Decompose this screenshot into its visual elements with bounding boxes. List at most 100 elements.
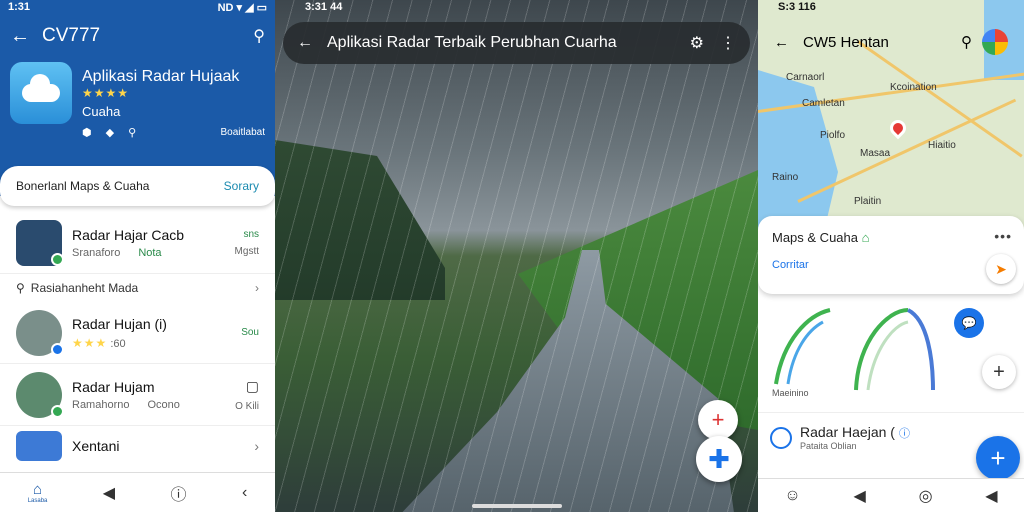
- back-arrow-icon[interactable]: ←: [10, 25, 42, 48]
- list-item[interactable]: Radar Hujam Ramahorno Ocono ▢ O Kili: [0, 364, 275, 426]
- app-header: 1:31 ND ▾ ◢ ▭ ← CV777 ⚲ Aplikasi Radar H…: [0, 0, 275, 206]
- shield-icon: ⬢: [82, 127, 92, 139]
- rating-stars: ★★★★: [82, 86, 130, 100]
- right-phone-screen: Carnaorl Kcoination Camletan Piolfo Masa…: [758, 0, 1024, 512]
- map-label: Plaitin: [854, 196, 882, 207]
- back-triangle-icon[interactable]: ◀: [103, 483, 115, 503]
- map-title: CW5 Hentan: [803, 33, 889, 51]
- weather-app-icon: [10, 62, 72, 124]
- screen-title: Aplikasi Radar Terbaik Perubhan Cuarha: [327, 34, 617, 51]
- item-right-bottom: O Kili: [235, 400, 259, 412]
- list-item[interactable]: Radar Hujan (i) ★★★ :60 Sou: [0, 302, 275, 364]
- directions-icon[interactable]: ➤: [986, 254, 1016, 284]
- radar-icon: [770, 426, 792, 449]
- middle-phone-screen: 3:31 44 ← Aplikasi Radar Terbaik Perubha…: [275, 0, 758, 512]
- map-pin-icon[interactable]: [886, 116, 910, 140]
- app-info: Aplikasi Radar Hujaak ★★★★ Cuaha: [0, 58, 275, 128]
- profile-avatar[interactable]: [982, 29, 1008, 55]
- map-label: Carnaorl: [786, 72, 825, 83]
- map-label: Piolfo: [820, 130, 846, 141]
- map-label: Raino: [772, 172, 799, 183]
- home-icon[interactable]: ☺: [784, 487, 800, 505]
- place-sheet[interactable]: Maps & Cuaha ⌂ ••• Corritar ➤: [758, 216, 1024, 294]
- map-label: Kcoination: [890, 82, 937, 93]
- list-item[interactable]: Radar Hajar Cacb Sranaforo Nota sns Mgstt: [0, 212, 275, 274]
- results-list: Radar Hajar Cacb Sranaforo Nota sns Mgstt …: [0, 212, 275, 466]
- item-thumbnail: [16, 219, 64, 266]
- status-bar: S:3 116: [758, 0, 1024, 14]
- meta-right-label: Boaitlabat: [220, 127, 265, 138]
- item-title: Radar Hujan (i): [72, 315, 167, 332]
- chat-icon[interactable]: 💬: [954, 308, 984, 338]
- back-chevron-icon[interactable]: ‹: [242, 484, 247, 502]
- home-nav-button[interactable]: ⌂ Lasaba: [28, 481, 48, 504]
- back-arrow-icon[interactable]: ←: [297, 34, 313, 52]
- item-right-top: sns: [243, 228, 259, 240]
- app-bar: ← CV777 ⚲: [0, 14, 275, 58]
- item-tag: Nota: [138, 246, 162, 259]
- left-phone-screen: 1:31 ND ▾ ◢ ▭ ← CV777 ⚲ Aplikasi Radar H…: [0, 0, 275, 512]
- status-bar: 3:31 44: [275, 0, 758, 14]
- search-icon[interactable]: ⚲: [961, 33, 972, 51]
- map-label: Masaa: [860, 148, 891, 159]
- location-icon: ⚲: [128, 127, 137, 139]
- item-sub: :60: [110, 337, 126, 350]
- search-icon[interactable]: ⚲: [253, 26, 265, 46]
- status-icons: ND ▾ ◢ ▭: [217, 1, 267, 14]
- item-title: Radar Hujam: [72, 378, 155, 395]
- search-input[interactable]: Bonerlanl Maps & Cuaha Sorary: [0, 166, 275, 206]
- search-action-button[interactable]: Sorary: [224, 179, 259, 193]
- item-sub: Ramahorno: [72, 398, 130, 411]
- item-sub: Pataita Oblian: [800, 441, 857, 451]
- item-sub2: Ocono: [147, 398, 180, 411]
- bottom-nav: ⌂ Lasaba ◀ ⓘ ‹: [0, 472, 275, 512]
- item-sub: Sranaforo: [72, 246, 121, 259]
- home-circle-icon[interactable]: ◎: [919, 486, 933, 506]
- back-triangle-icon[interactable]: ◀: [985, 486, 997, 506]
- arc-label: Maeinino: [772, 388, 809, 398]
- add-small-button[interactable]: +: [698, 400, 738, 440]
- list-item[interactable]: Xentani ›: [0, 426, 275, 466]
- status-time: 1:31: [8, 1, 31, 13]
- top-title-bar: ← Aplikasi Radar Terbaik Perubhan Cuarha…: [283, 22, 750, 64]
- app-bar-title: CV777: [42, 25, 101, 46]
- map-label: Camletan: [802, 98, 845, 109]
- chevron-right-icon: ›: [255, 281, 259, 295]
- map-label: Hiaitio: [928, 140, 956, 151]
- add-button[interactable]: +: [982, 355, 1016, 389]
- item-right-top: Sou: [241, 327, 259, 338]
- sub-row-link[interactable]: ⚲ Rasiahanheht Mada ›: [0, 274, 275, 302]
- search-icon: ⚲: [16, 281, 25, 295]
- back-triangle-icon[interactable]: ◀: [853, 486, 865, 506]
- app-meta-row: ⬢ ◆ ⚲ Boaitlabat: [0, 126, 275, 139]
- sheet-title: Maps & Cuaha: [772, 230, 858, 245]
- sub-row-label: Rasiahanheht Mada: [30, 281, 139, 295]
- add-fab-button[interactable]: +: [976, 436, 1020, 480]
- bookmark-icon[interactable]: ▢: [235, 378, 259, 395]
- sheet-link[interactable]: Corritar: [772, 259, 1010, 271]
- verified-icon: ⌂: [861, 230, 870, 245]
- more-horiz-icon[interactable]: •••: [994, 228, 1012, 244]
- search-placeholder: Bonerlanl Maps & Cuaha: [16, 179, 150, 193]
- gesture-handle: [471, 504, 562, 508]
- item-thumbnail: [16, 431, 62, 461]
- item-right-bottom: Mgstt: [234, 245, 259, 257]
- info-icon[interactable]: ⓘ: [171, 481, 187, 505]
- rain-overlay: [275, 0, 758, 512]
- map-top-bar: ← CW5 Hentan ⚲: [764, 24, 1018, 60]
- status-bar: 1:31 ND ▾ ◢ ▭: [0, 0, 275, 14]
- add-fab-button[interactable]: ✚: [696, 436, 742, 482]
- item-title: Radar Haejan (: [800, 424, 895, 440]
- info-icon[interactable]: ⓘ: [899, 428, 910, 440]
- developer-name: Cuaha: [82, 104, 121, 119]
- home-nav-label: Lasaba: [27, 498, 48, 504]
- more-vert-icon[interactable]: ⋮: [720, 33, 736, 53]
- settings-icon[interactable]: ⚙: [690, 33, 704, 53]
- bottom-nav: ☺ ◀ ◎ ◀: [758, 478, 1024, 512]
- chevron-right-icon: ›: [254, 438, 259, 454]
- item-title: Radar Hajar Cacb: [72, 226, 185, 243]
- status-time: S:3 116: [778, 1, 816, 13]
- back-arrow-icon[interactable]: ←: [774, 34, 789, 51]
- status-time: 3:31 44: [305, 1, 343, 13]
- item-avatar: [16, 371, 64, 418]
